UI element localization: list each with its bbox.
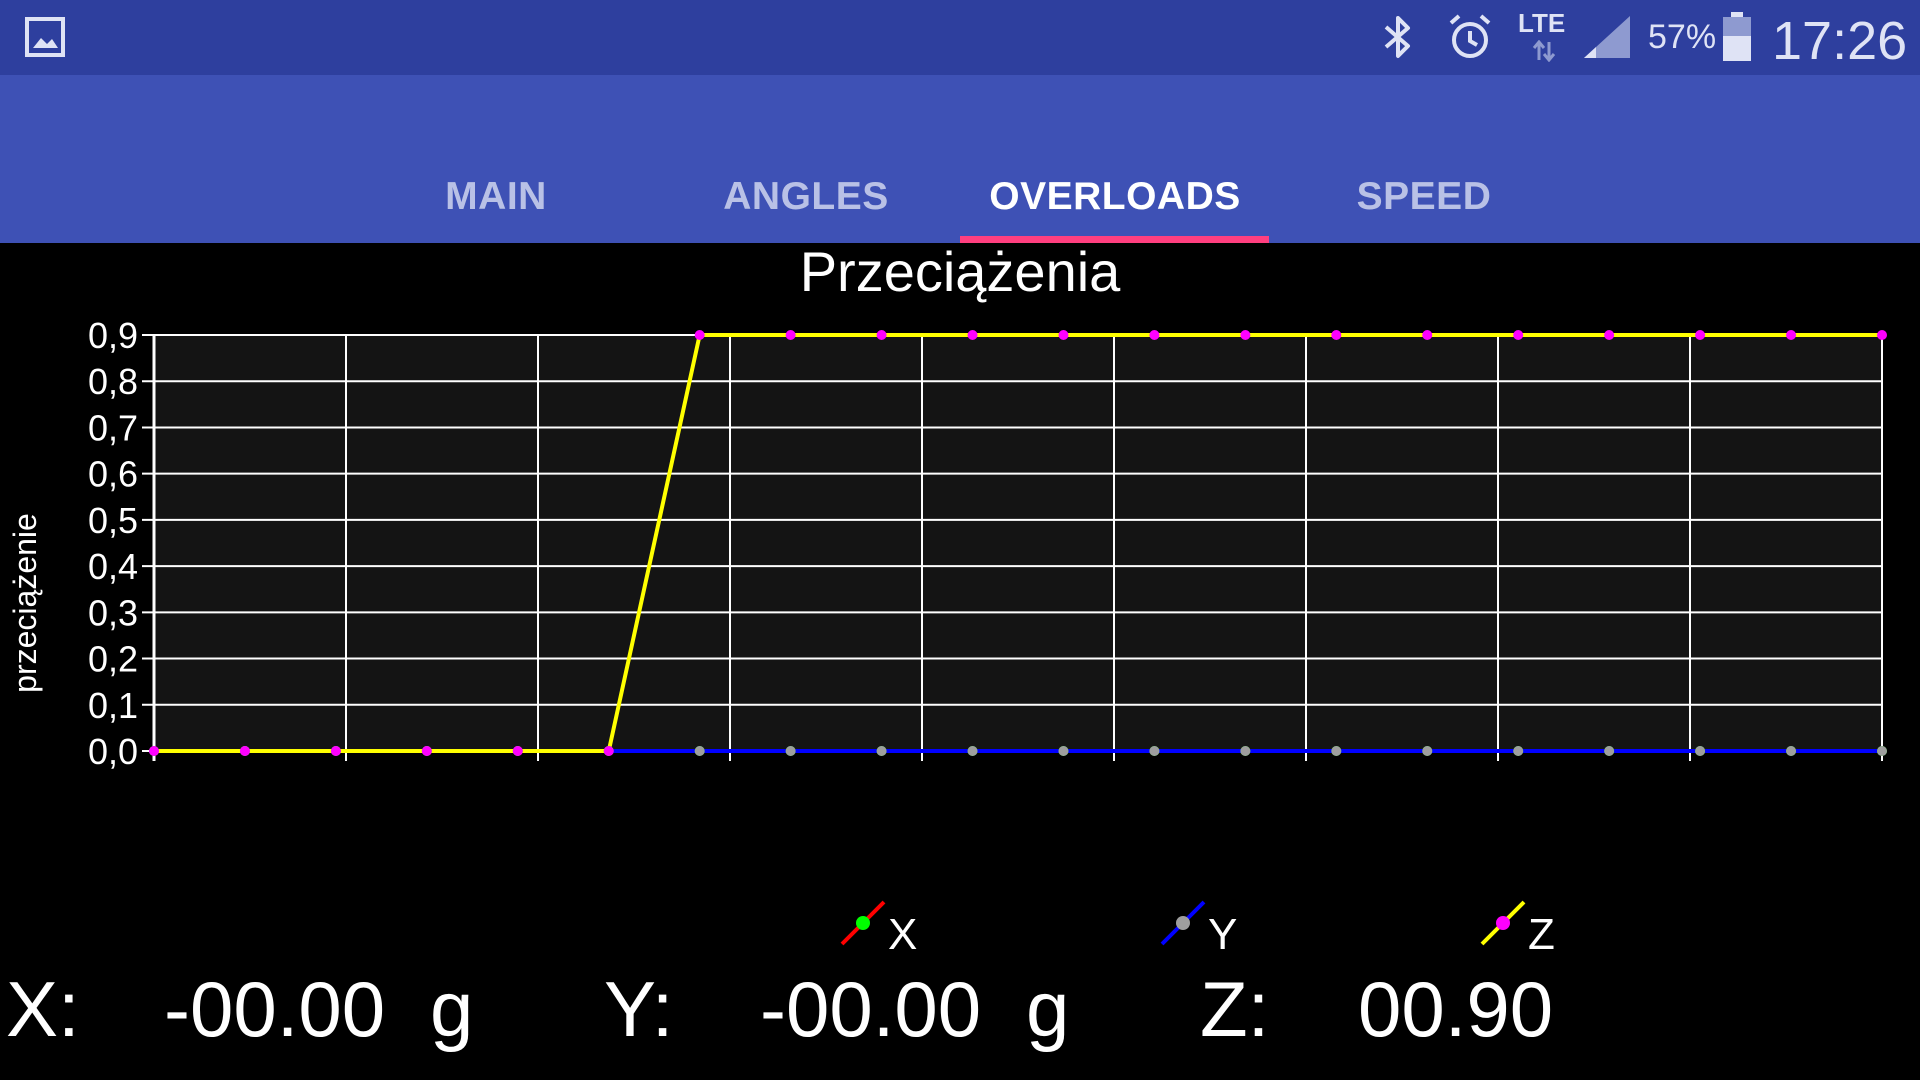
data-point-y — [1786, 746, 1797, 756]
plot-area: 0,0 0,1 0,2 0,3 0,4 0,5 0,6 0,7 0,8 0,9 — [88, 315, 1887, 772]
data-point-y — [876, 746, 887, 756]
status-bar: LTE 57% 17:26 — [0, 0, 1920, 75]
y-tick-label: 0,7 — [88, 407, 138, 448]
data-point-z — [330, 746, 341, 756]
data-point-z — [603, 746, 614, 756]
overloads-chart: Przeciążenia przeciążenie 0,00,10,20,30,… — [7, 243, 1887, 772]
lte-icon: LTE — [1518, 8, 1566, 38]
data-point-z — [149, 746, 159, 756]
legend-z-label: Z — [1528, 910, 1555, 959]
data-point-z — [876, 330, 887, 340]
data-point-z — [421, 746, 432, 756]
y-tick-label: 0,3 — [88, 592, 138, 633]
data-point-y — [967, 746, 978, 756]
y-tick-label: 0,1 — [88, 685, 138, 726]
legend-x-icon — [840, 900, 886, 946]
y-reading-value: -00.00 — [760, 965, 982, 1053]
gallery-icon — [25, 17, 65, 57]
legend-y-icon — [1160, 900, 1206, 946]
legend-z-icon — [1480, 900, 1526, 946]
tab-main[interactable]: MAIN — [341, 150, 651, 243]
data-point-y — [1695, 746, 1706, 756]
tab-speed[interactable]: SPEED — [1269, 150, 1579, 243]
z-reading-label: Z: — [1200, 965, 1270, 1053]
data-point-y — [1149, 746, 1160, 756]
data-point-z — [1786, 330, 1797, 340]
y-tick-label: 0,5 — [88, 500, 138, 541]
y-tick-label: 0,8 — [88, 361, 138, 402]
data-point-z — [1695, 330, 1706, 340]
signal-icon — [1584, 16, 1630, 58]
data-point-y — [694, 746, 705, 756]
y-tick-label: 0,9 — [88, 315, 138, 356]
legend-y-label: Y — [1208, 910, 1238, 959]
data-point-y — [1331, 746, 1342, 756]
x-reading-value: -00.00 — [164, 965, 386, 1053]
data-point-z — [967, 330, 978, 340]
tab-angles[interactable]: ANGLES — [651, 150, 961, 243]
data-point-z — [1149, 330, 1160, 340]
data-point-z — [1058, 330, 1069, 340]
bluetooth-icon — [1384, 16, 1410, 58]
y-axis-label: przeciążenie — [7, 513, 43, 693]
data-point-z — [1513, 330, 1524, 340]
y-tick-label: 0,2 — [88, 639, 138, 680]
data-point-z — [1331, 330, 1342, 340]
x-reading-unit: g — [430, 965, 474, 1053]
legend-x-label: X — [888, 910, 918, 959]
app-bar: MAIN ANGLES OVERLOADS SPEED — [0, 75, 1920, 243]
z-reading-value: 00.90 — [1358, 965, 1554, 1053]
data-point-y — [1513, 746, 1524, 756]
data-point-y — [1604, 746, 1615, 756]
y-tick-label: 0,6 — [88, 454, 138, 495]
y-tick-label: 0,0 — [88, 731, 138, 772]
data-point-y — [1877, 746, 1887, 756]
tab-overloads[interactable]: OVERLOADS — [960, 150, 1270, 243]
data-point-y — [1422, 746, 1433, 756]
alarm-icon — [1449, 14, 1491, 58]
battery-percent: 57% — [1648, 18, 1717, 56]
lte-arrows-icon — [1532, 40, 1556, 62]
data-point-z — [512, 746, 523, 756]
data-point-z — [1604, 330, 1615, 340]
battery-icon — [1723, 12, 1751, 61]
data-point-z — [785, 330, 796, 340]
y-reading-label: Y: — [604, 965, 674, 1053]
data-point-z — [1422, 330, 1433, 340]
data-point-z — [1877, 330, 1887, 340]
data-point-y — [785, 746, 796, 756]
data-point-z — [694, 330, 705, 340]
data-point-y — [1240, 746, 1251, 756]
y-reading-unit: g — [1026, 965, 1070, 1053]
data-point-z — [239, 746, 250, 756]
data-point-y — [1058, 746, 1069, 756]
x-reading-label: X: — [6, 965, 80, 1053]
plot-background — [154, 335, 1882, 751]
y-tick-label: 0,4 — [88, 546, 138, 587]
chart-title: Przeciążenia — [800, 243, 1121, 303]
tab-indicator — [960, 236, 1269, 243]
clock: 17:26 — [1772, 11, 1908, 71]
data-point-z — [1240, 330, 1251, 340]
